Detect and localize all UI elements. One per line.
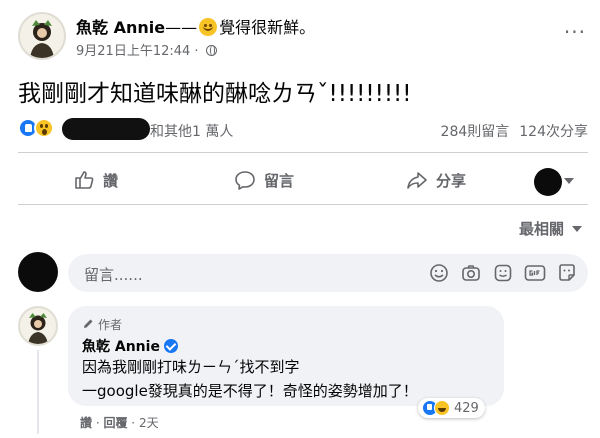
- comment-composer: 留言......: [18, 252, 588, 294]
- comment-placeholder: 留言......: [84, 266, 143, 284]
- comment-timestamp[interactable]: 2天: [139, 416, 159, 430]
- gif-icon[interactable]: [524, 262, 546, 284]
- footer-separator: ·: [92, 416, 104, 430]
- more-options-button[interactable]: ···: [564, 20, 586, 44]
- sticker-icon[interactable]: [492, 262, 514, 284]
- comment-button[interactable]: 留言: [234, 160, 294, 200]
- emoji-icon[interactable]: [428, 262, 450, 284]
- comment-item: 作者 魚乾 Annie 因為我剛剛打味ㄌㄧㄣˊ找不到字 一google發現真的是…: [18, 306, 588, 436]
- comment-author[interactable]: 魚乾 Annie: [82, 336, 178, 356]
- engagement-counts: 284則留言 124次分享: [441, 121, 588, 141]
- share-button[interactable]: 分享: [406, 160, 466, 200]
- post-header: 魚乾 Annie—— 覺得很新鮮。 9月21日上午12:44 · ···: [18, 12, 588, 62]
- footer-separator: ·: [127, 416, 139, 430]
- composer-tools: [428, 262, 578, 284]
- thread-line: [37, 350, 39, 434]
- pencil-icon: [84, 319, 93, 328]
- comments-count[interactable]: 284則留言: [441, 124, 510, 140]
- redacted-name: [62, 118, 150, 140]
- post-text: 我剛剛才知道味醂的醂唸ㄌㄢˇ!!!!!!!!!: [18, 81, 412, 107]
- comment-icon: [235, 171, 255, 190]
- comment-label: 留言: [264, 171, 295, 190]
- sort-label: 最相關: [518, 220, 564, 238]
- share-label: 分享: [436, 171, 467, 190]
- wow-icon[interactable]: [34, 118, 54, 138]
- comment-bubble: 作者 魚乾 Annie 因為我剛剛打味ㄌㄧㄣˊ找不到字 一google發現真的是…: [68, 306, 504, 406]
- camera-icon[interactable]: [460, 262, 482, 284]
- comment-reactions[interactable]: 429: [418, 398, 485, 418]
- comment-footer: 讚 · 回覆 · 2天: [80, 414, 159, 431]
- author-avatar[interactable]: [18, 12, 66, 60]
- author-line: 魚乾 Annie—— 覺得很新鮮。: [76, 14, 315, 38]
- post-timestamp[interactable]: 9月21日上午12:44 ·: [76, 44, 203, 59]
- chevron-down-icon[interactable]: [564, 178, 574, 184]
- action-bar: 讚 留言 分享: [18, 160, 588, 200]
- author-badge: 作者: [82, 316, 122, 333]
- haha-icon: [434, 400, 450, 416]
- verified-icon: [163, 339, 178, 353]
- comment-author-avatar[interactable]: [18, 306, 58, 346]
- smiley-icon: [199, 18, 218, 36]
- sort-comments-dropdown[interactable]: 最相關: [519, 218, 582, 239]
- comment-text-line: 一google發現真的是不得了！奇怪的姿勢增加了！: [82, 382, 418, 400]
- post-meta: 9月21日上午12:44 ·: [76, 40, 217, 59]
- comment-reaction-count: 429: [454, 400, 479, 416]
- comment-input[interactable]: 留言......: [68, 254, 588, 292]
- reactions-summary[interactable]: 和其他1 萬人: [150, 121, 233, 141]
- comment-reply-link[interactable]: 回覆: [103, 416, 127, 430]
- comment-like-link[interactable]: 讚: [80, 416, 92, 430]
- like-button[interactable]: 讚: [73, 160, 118, 200]
- feeling-dash: ——: [165, 18, 198, 37]
- author-name[interactable]: 魚乾 Annie: [76, 18, 165, 37]
- globe-icon: [205, 45, 217, 56]
- shares-count[interactable]: 124次分享: [519, 124, 588, 140]
- share-icon: [407, 172, 427, 189]
- feeling-text: 覺得很新鮮。: [219, 18, 316, 37]
- sticker-alt-icon[interactable]: [556, 262, 578, 284]
- post-stats: 和其他1 萬人 284則留言 124次分享: [18, 118, 588, 142]
- divider: [18, 152, 588, 153]
- share-as-avatar[interactable]: [534, 168, 562, 196]
- comment-text-line: 因為我剛剛打味ㄌㄧㄣˊ找不到字: [82, 358, 300, 376]
- viewer-avatar: [18, 252, 58, 292]
- divider: [18, 204, 588, 205]
- thumbs-up-icon: [75, 171, 94, 189]
- comment-author-name: 魚乾 Annie: [82, 339, 160, 355]
- caret-down-icon: [572, 226, 582, 232]
- like-label: 讚: [103, 171, 119, 190]
- author-badge-label: 作者: [98, 318, 123, 332]
